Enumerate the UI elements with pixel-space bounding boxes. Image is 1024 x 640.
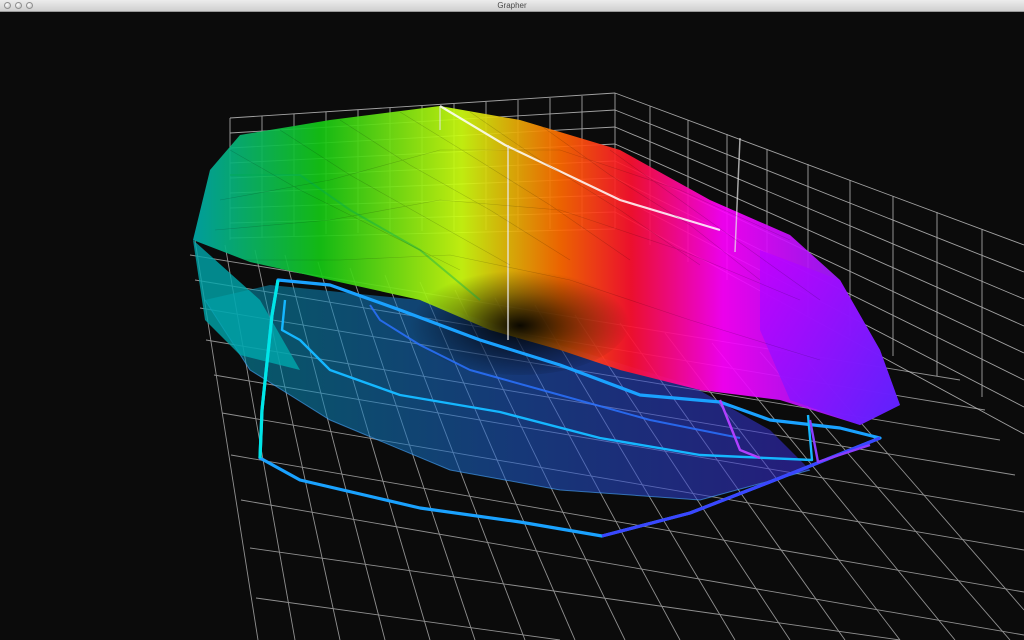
graph-canvas[interactable]: [0, 12, 1024, 640]
title-bar[interactable]: Grapher: [0, 0, 1024, 12]
window-title: Grapher: [497, 1, 527, 10]
grapher-window: Grapher: [0, 0, 1024, 640]
gamut-plot[interactable]: [0, 12, 1024, 640]
